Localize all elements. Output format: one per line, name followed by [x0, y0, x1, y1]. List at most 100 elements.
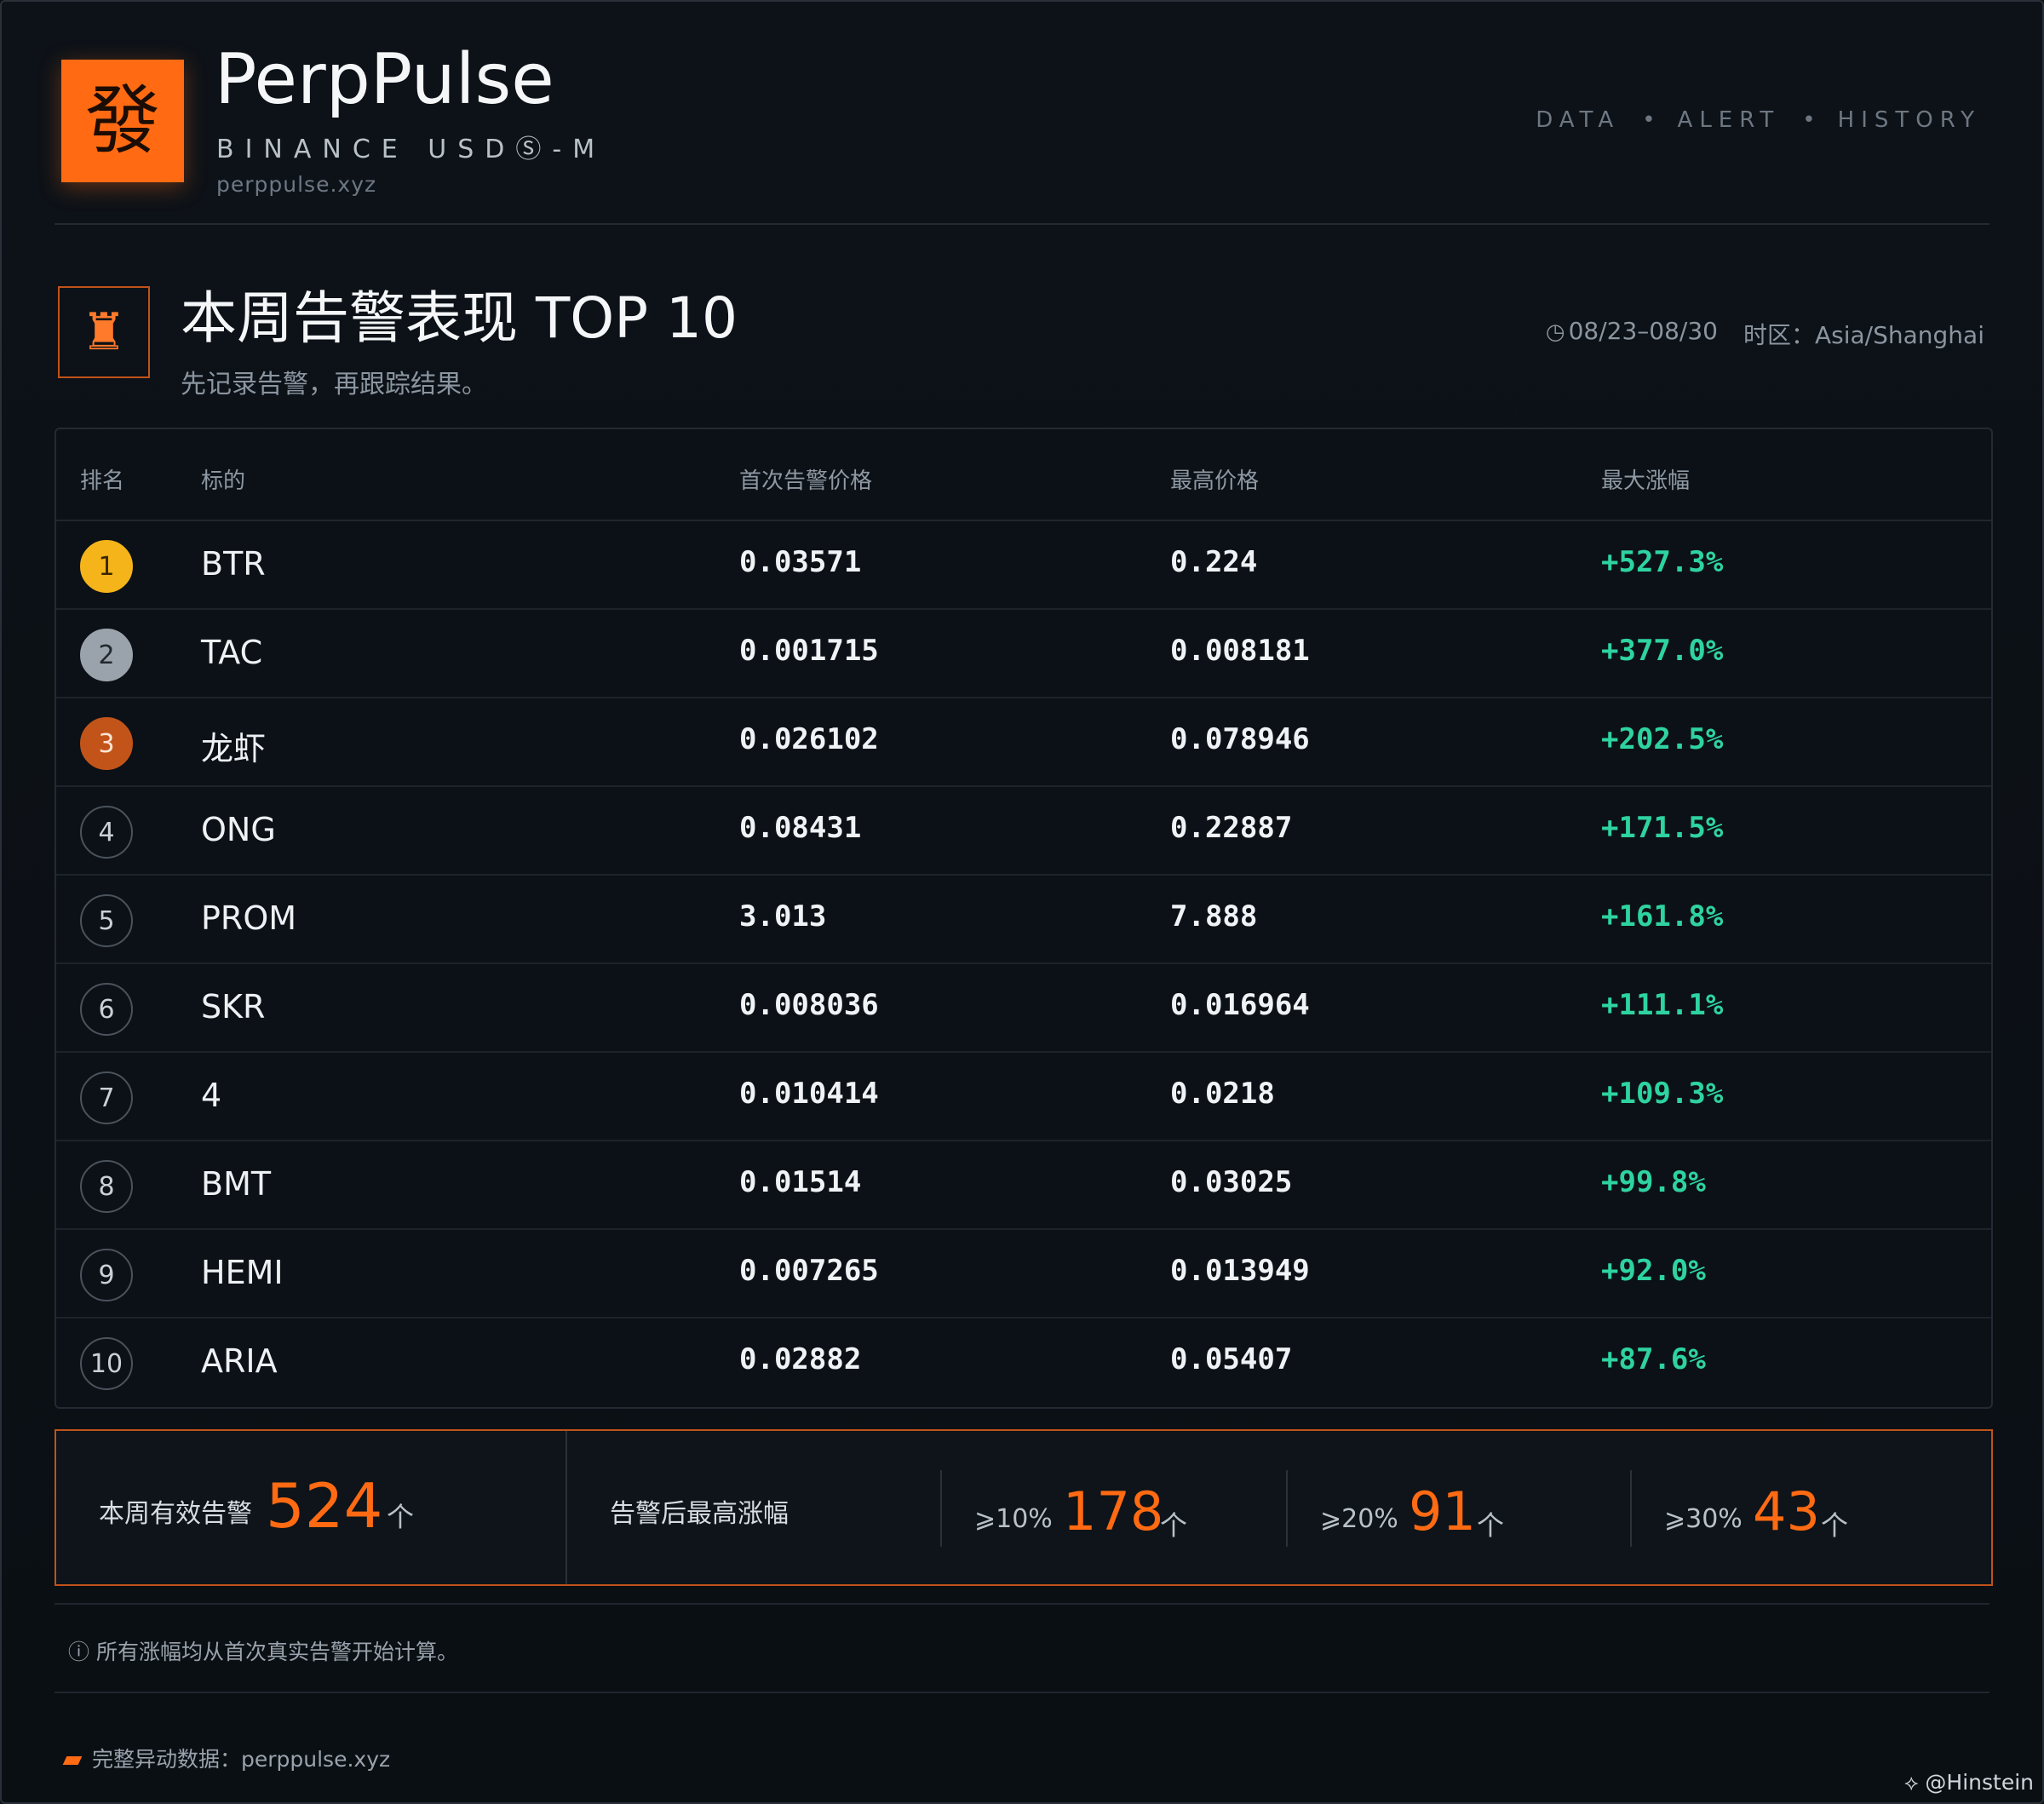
section-icon-box: ♜ — [58, 286, 150, 378]
section-meta: ◷ 08/23–08/30 时区：Asia/Shanghai — [1546, 317, 1984, 351]
max-gain: +377.0% — [1601, 634, 1724, 668]
first-alert-price: 0.03571 — [739, 545, 862, 579]
symbol-name: 4 — [201, 1077, 222, 1114]
stats-divider — [1286, 1470, 1288, 1547]
header-symbol: 标的 — [201, 468, 246, 494]
brand-logo: 發 — [61, 60, 184, 182]
rank-badge: 6 — [80, 983, 133, 1036]
timezone: 时区：Asia/Shanghai — [1743, 321, 1984, 349]
poster-frame: 發 PerpPulse BINANCE USDⓈ-M perppulse.xyz… — [0, 0, 2044, 1804]
table-row[interactable]: 9 HEMI 0.007265 0.013949 +92.0% — [56, 1230, 1991, 1319]
highest-price: 0.03025 — [1170, 1165, 1293, 1199]
first-alert-price: 0.08431 — [739, 811, 862, 845]
highest-price: 0.078946 — [1170, 722, 1310, 756]
highest-price: 0.22887 — [1170, 811, 1293, 845]
max-gain: +92.0% — [1601, 1254, 1706, 1288]
first-alert-price: 3.013 — [739, 899, 827, 934]
footer-mark-icon — [62, 1756, 83, 1765]
table-row[interactable]: 4 ONG 0.08431 0.22887 +171.5% — [56, 787, 1991, 876]
highest-price: 0.016964 — [1170, 988, 1310, 1022]
top10-table: 排名 标的 首次告警价格 最高价格 最大涨幅 1 BTR 0.03571 0.224 +… — [55, 428, 1993, 1409]
chess-rook-icon: ♜ — [81, 302, 127, 362]
header-max-gain: 最大涨幅 — [1601, 468, 1691, 494]
symbol-name: SKR — [201, 988, 266, 1026]
bucket-10-value: 178 — [1063, 1480, 1164, 1543]
bucket-20-label: ⩾20% — [1320, 1504, 1398, 1534]
symbol-name: BTR — [201, 545, 266, 583]
bucket-20-unit: 个 — [1477, 1509, 1505, 1542]
date-range-text: 08/23–08/30 — [1568, 317, 1718, 345]
rank-badge: 2 — [80, 629, 133, 681]
stats-divider — [1630, 1470, 1632, 1547]
bucket-30-label: ⩾30% — [1664, 1504, 1743, 1534]
symbol-name: ONG — [201, 811, 276, 848]
clock-icon: ◷ — [1545, 319, 1565, 345]
nav-item-data[interactable]: DATA — [1536, 107, 1620, 133]
valid-alerts-count: 524 — [266, 1470, 383, 1542]
first-alert-price: 0.02882 — [739, 1342, 862, 1376]
header-first-price: 首次告警价格 — [739, 468, 873, 494]
section-description: 先记录告警，再跟踪结果。 — [181, 370, 487, 399]
max-gain: +111.1% — [1601, 988, 1724, 1022]
nav-separator: • — [1642, 107, 1656, 133]
stats-divider — [940, 1470, 942, 1547]
highest-price: 0.008181 — [1170, 634, 1310, 668]
symbol-name: ARIA — [201, 1342, 278, 1380]
symbol-name: BMT — [201, 1165, 272, 1203]
nav-separator: • — [1802, 107, 1816, 133]
table-row[interactable]: 5 PROM 3.013 7.888 +161.8% — [56, 876, 1991, 964]
max-gain: +171.5% — [1601, 811, 1724, 845]
nav-item-history[interactable]: HISTORY — [1838, 107, 1981, 133]
symbol-name: PROM — [201, 899, 297, 937]
calculation-note: ⓘ 所有涨幅均从首次真实告警开始计算。 — [68, 1640, 458, 1664]
stats-divider — [566, 1431, 567, 1584]
author-credit: ⟡ @Hinstein — [1903, 1770, 2034, 1795]
table-row[interactable]: 10 ARIA 0.02882 0.05407 +87.6% — [56, 1319, 1991, 1407]
symbol-name: HEMI — [201, 1254, 284, 1291]
section-title: 本周告警表现 TOP 10 — [181, 285, 738, 351]
header-rank: 排名 — [80, 468, 125, 494]
table-row[interactable]: 2 TAC 0.001715 0.008181 +377.0% — [56, 610, 1991, 698]
rank-badge: 4 — [80, 806, 133, 859]
rank-badge: 7 — [80, 1071, 133, 1124]
first-alert-price: 0.001715 — [739, 634, 879, 668]
max-gain: +202.5% — [1601, 722, 1724, 756]
highest-price: 0.224 — [1170, 545, 1258, 579]
header-divider — [55, 223, 1989, 225]
brand-url[interactable]: perppulse.xyz — [216, 172, 376, 197]
highest-price: 0.0218 — [1170, 1077, 1275, 1111]
brand-subtitle: BINANCE USDⓈ-M — [216, 135, 606, 164]
bucket-10-label: ⩾10% — [974, 1504, 1053, 1534]
table-row[interactable]: 7 4 0.010414 0.0218 +109.3% — [56, 1053, 1991, 1141]
after-alert-label: 告警后最高涨幅 — [610, 1499, 789, 1529]
rank-badge: 8 — [80, 1160, 133, 1213]
first-alert-price: 0.007265 — [739, 1254, 879, 1288]
highest-price: 0.013949 — [1170, 1254, 1310, 1288]
first-alert-price: 0.026102 — [739, 722, 879, 756]
bucket-10-unit: 个 — [1160, 1509, 1188, 1542]
stats-band: 本周有效告警 524 个 告警后最高涨幅 ⩾10% 178 个 ⩾20% 91 … — [55, 1429, 1993, 1586]
max-gain: +161.8% — [1601, 899, 1724, 934]
bucket-30-value: 43 — [1753, 1480, 1820, 1543]
brand-name: PerpPulse — [215, 39, 554, 120]
first-alert-price: 0.01514 — [739, 1165, 862, 1199]
bucket-30-unit: 个 — [1821, 1509, 1849, 1542]
note-divider-top — [55, 1603, 1989, 1605]
bucket-20-value: 91 — [1409, 1480, 1476, 1543]
table-row[interactable]: 8 BMT 0.01514 0.03025 +99.8% — [56, 1141, 1991, 1230]
nav-item-alert[interactable]: ALERT — [1678, 107, 1781, 133]
table-row[interactable]: 6 SKR 0.008036 0.016964 +111.1% — [56, 964, 1991, 1053]
valid-alerts-unit: 个 — [387, 1501, 415, 1533]
rank-badge: 9 — [80, 1249, 133, 1301]
table-row[interactable]: 1 BTR 0.03571 0.224 +527.3% — [56, 521, 1991, 610]
symbol-name: TAC — [201, 634, 263, 671]
date-range: ◷ 08/23–08/30 — [1546, 317, 1718, 351]
first-alert-price: 0.010414 — [739, 1077, 879, 1111]
max-gain: +99.8% — [1601, 1165, 1706, 1199]
rank-badge: 3 — [80, 717, 133, 770]
table-row[interactable]: 3 龙虾 0.026102 0.078946 +202.5% — [56, 698, 1991, 787]
highest-price: 7.888 — [1170, 899, 1258, 934]
footer-link[interactable]: 完整异动数据：perppulse.xyz — [92, 1743, 390, 1773]
symbol-name: 龙虾 — [201, 730, 267, 767]
top-nav: DATA • ALERT • HISTORY — [1536, 107, 1981, 133]
